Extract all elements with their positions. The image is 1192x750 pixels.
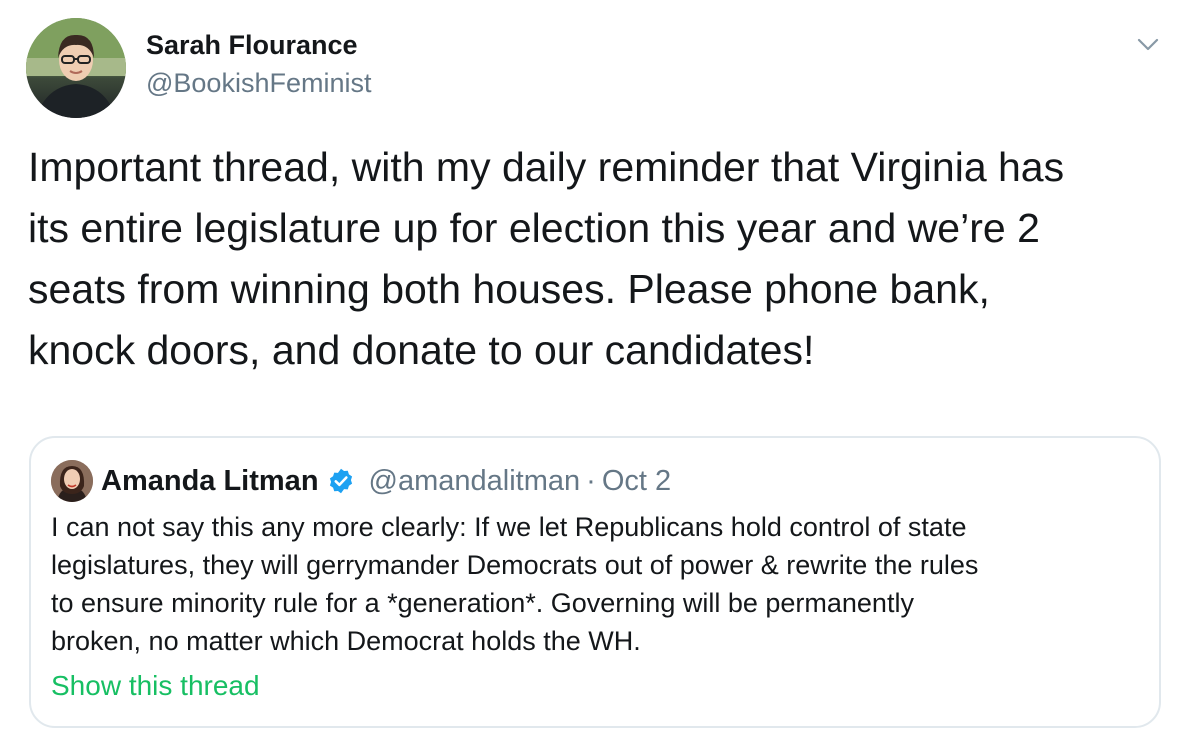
tweet-text-line: seats from winning both houses. Please p…: [28, 266, 990, 312]
quoted-tweet-date[interactable]: Oct 2: [602, 465, 671, 498]
author-name[interactable]: Sarah Flourance: [146, 30, 358, 61]
user-photo-avatar-icon: [26, 18, 126, 118]
quoted-tweet-text: I can not say this any more clearly: If …: [51, 508, 1141, 660]
quoted-text-line: to ensure minority rule for a *generatio…: [51, 588, 914, 618]
quoted-text-line: broken, no matter which Democrat holds t…: [51, 626, 641, 656]
user-photo-avatar-icon: [51, 460, 93, 502]
quoted-tweet-header: Amanda Litman @amandalitman · Oct 2: [101, 460, 671, 502]
tweet-text-line: Important thread, with my daily reminder…: [28, 144, 1065, 190]
quoted-author-name[interactable]: Amanda Litman: [101, 465, 319, 498]
quoted-author-handle[interactable]: @amandalitman: [369, 465, 581, 498]
verified-badge-icon: [329, 468, 352, 494]
quoted-tweet-card[interactable]: Amanda Litman @amandalitman · Oct 2 I ca…: [29, 436, 1161, 728]
tweet-menu-button[interactable]: [1136, 34, 1160, 54]
chevron-down-icon: [1137, 38, 1159, 51]
tweet-text-line: its entire legislature up for election t…: [28, 205, 1040, 251]
quoted-text-line: I can not say this any more clearly: If …: [51, 512, 967, 542]
tweet-text-line: knock doors, and donate to our candidate…: [28, 327, 815, 373]
quoted-author-avatar: [51, 460, 93, 502]
author-handle[interactable]: @BookishFeminist: [146, 68, 371, 99]
tweet-text: Important thread, with my daily reminder…: [28, 137, 1168, 381]
author-avatar[interactable]: [26, 18, 126, 118]
separator-dot: ·: [586, 464, 596, 497]
show-thread-link[interactable]: Show this thread: [51, 670, 260, 702]
quoted-text-line: legislatures, they will gerrymander Demo…: [51, 550, 979, 580]
